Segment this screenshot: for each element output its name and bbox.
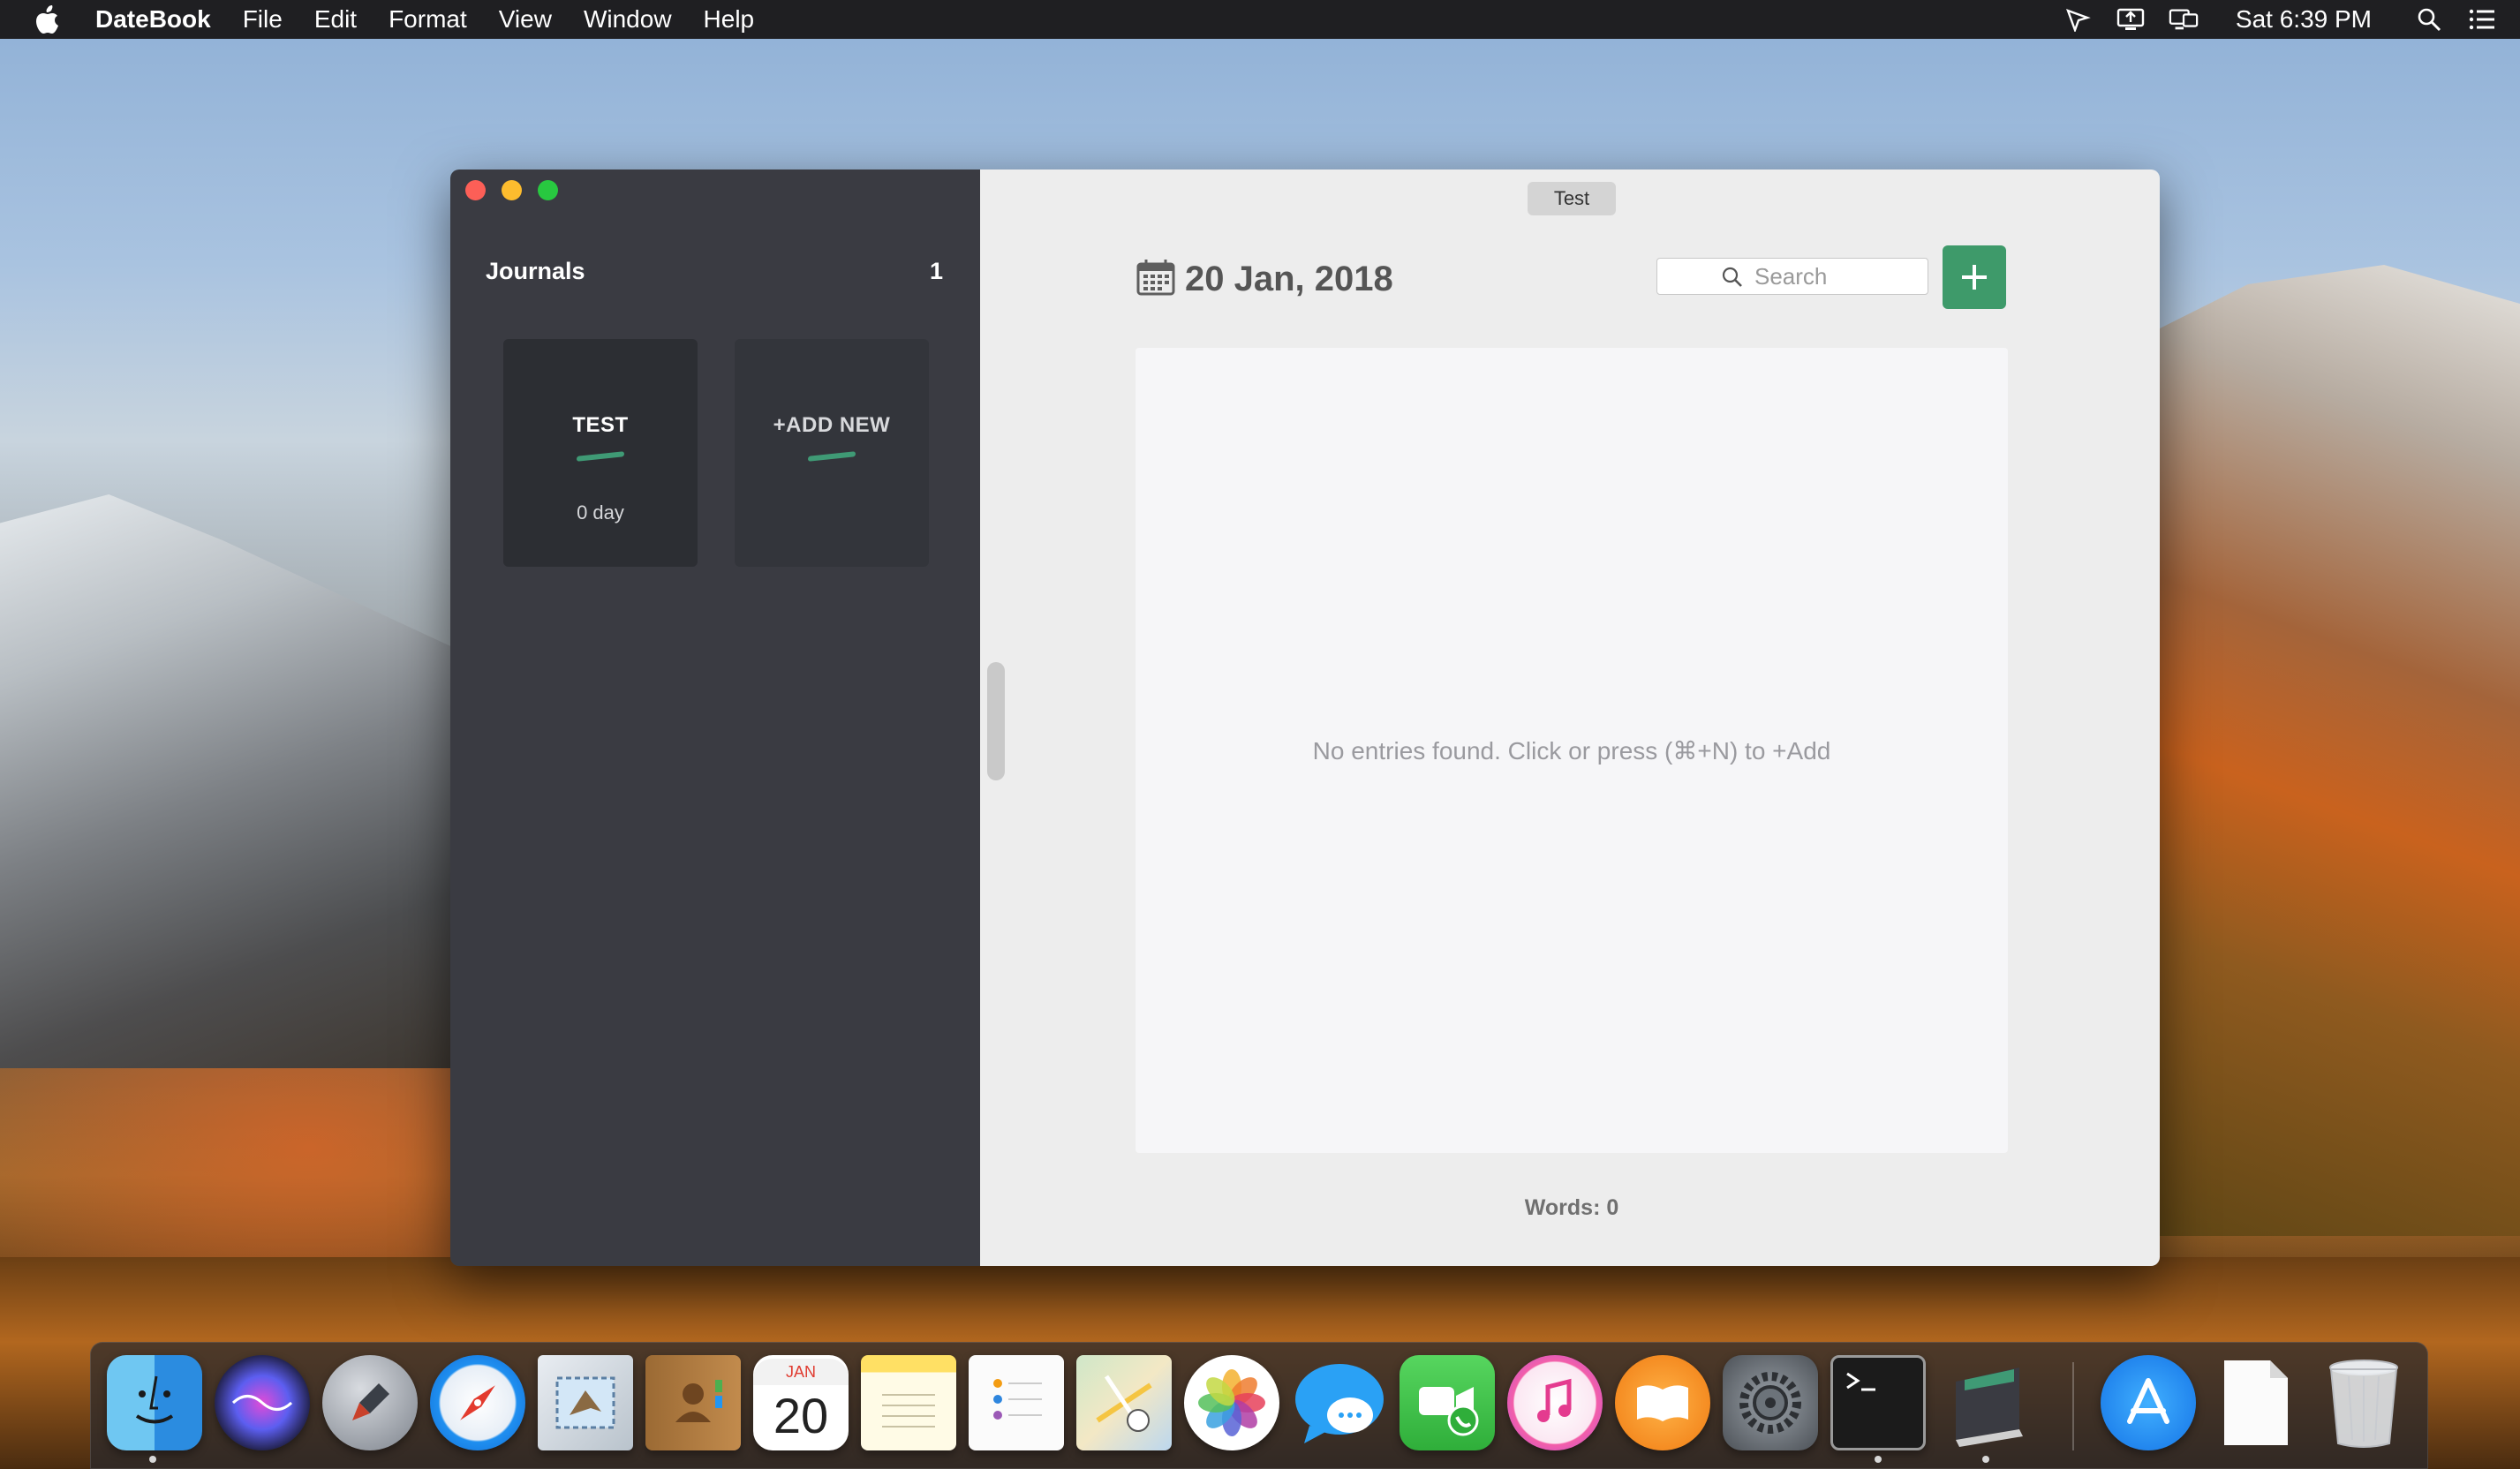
photos-icon[interactable] [1184,1355,1279,1450]
terminal-running-indicator [1875,1456,1882,1463]
current-date: 20 Jan, 2018 [1185,260,1393,298]
menu-app-name[interactable]: DateBook [95,5,211,34]
journal-card-accent [577,451,624,462]
launchpad-icon[interactable] [322,1355,418,1450]
dock-separator [2072,1362,2074,1450]
screen-upload-icon[interactable] [2116,6,2146,33]
journals-header-label: Journals [486,258,585,284]
menu-help[interactable]: Help [704,5,755,34]
system-preferences-icon[interactable] [1723,1355,1818,1450]
journal-card-days: 0 day [577,501,624,524]
menu-bar: DateBook File Edit Format View Window He… [0,0,2520,39]
calendar-app-icon[interactable]: JAN 20 [753,1355,849,1450]
trash-icon[interactable] [2316,1355,2411,1450]
datebook-window: Journals 1 TEST 0 day +ADD NEW Test 20 J… [450,170,2160,1266]
menu-bar-status-area: Sat 6:39 PM [2063,5,2497,34]
add-new-journal-card[interactable]: +ADD NEW [735,339,929,567]
wallpaper-mountain-right [2131,265,2520,1236]
contacts-icon[interactable] [645,1355,741,1450]
plus-icon [1962,265,1987,290]
menu-file[interactable]: File [243,5,283,34]
facetime-icon[interactable] [1400,1355,1495,1450]
entries-main-pane: Test 20 Jan, 2018 Search No entries foun… [980,170,2160,1266]
calendar-app-day: 20 [773,1388,829,1443]
minimize-window-button[interactable] [502,180,522,200]
menu-format[interactable]: Format [389,5,467,34]
sidebar-resize-handle[interactable] [987,662,1005,780]
journal-card-title: TEST [572,413,629,437]
wallpaper-mountain-left [0,494,494,1068]
search-input[interactable] [1753,261,1924,291]
terminal-icon[interactable] [1830,1355,1926,1450]
journals-sidebar: Journals 1 TEST 0 day +ADD NEW [450,170,980,1266]
journal-card-test[interactable]: TEST 0 day [503,339,698,567]
word-count: Words: 0 [1524,1195,1619,1220]
finder-icon[interactable] [107,1355,202,1450]
menu-edit[interactable]: Edit [314,5,357,34]
add-new-journal-accent [808,451,856,462]
search-icon [1721,266,1744,293]
spotlight-search-icon[interactable] [2414,6,2444,33]
dock: JAN 20 [90,1342,2428,1469]
add-new-journal-label: +ADD NEW [773,413,891,437]
itunes-icon[interactable] [1507,1355,1603,1450]
close-window-button[interactable] [465,180,486,200]
siri-icon[interactable] [215,1355,310,1450]
empty-entries-message: No entries found. Click or press (⌘+N) t… [1312,736,1831,765]
airplay-display-icon[interactable] [2169,6,2199,33]
datebook-running-indicator [1982,1456,1989,1463]
notes-icon[interactable] [861,1355,956,1450]
journals-header: Journals 1 [486,258,943,285]
entries-panel[interactable]: No entries found. Click or press (⌘+N) t… [1136,348,2008,1153]
window-controls [465,180,558,200]
cursor-arrow-icon[interactable] [2063,6,2093,33]
calendar-icon [1136,258,1176,301]
messages-icon[interactable] [1292,1355,1387,1450]
current-date-row[interactable]: 20 Jan, 2018 [1136,258,1393,301]
document-icon[interactable] [2208,1355,2304,1450]
window-title: Test [1528,182,1616,215]
datebook-icon[interactable] [1938,1355,2033,1450]
menu-view[interactable]: View [499,5,552,34]
finder-running-indicator [149,1456,156,1463]
apple-menu-icon[interactable] [34,4,64,34]
search-field[interactable] [1656,258,1928,295]
mail-icon[interactable] [538,1355,633,1450]
notification-center-icon[interactable] [2467,6,2497,33]
add-entry-button[interactable] [1943,245,2006,309]
calendar-app-month: JAN [753,1359,849,1385]
menu-bar-clock[interactable]: Sat 6:39 PM [2236,5,2372,34]
safari-icon[interactable] [430,1355,525,1450]
journals-count: 1 [929,258,943,284]
app-store-icon[interactable] [2101,1355,2196,1450]
reminders-icon[interactable] [969,1355,1064,1450]
menu-window[interactable]: Window [584,5,672,34]
ibooks-icon[interactable] [1615,1355,1710,1450]
zoom-window-button[interactable] [538,180,558,200]
maps-icon[interactable] [1076,1355,1172,1450]
